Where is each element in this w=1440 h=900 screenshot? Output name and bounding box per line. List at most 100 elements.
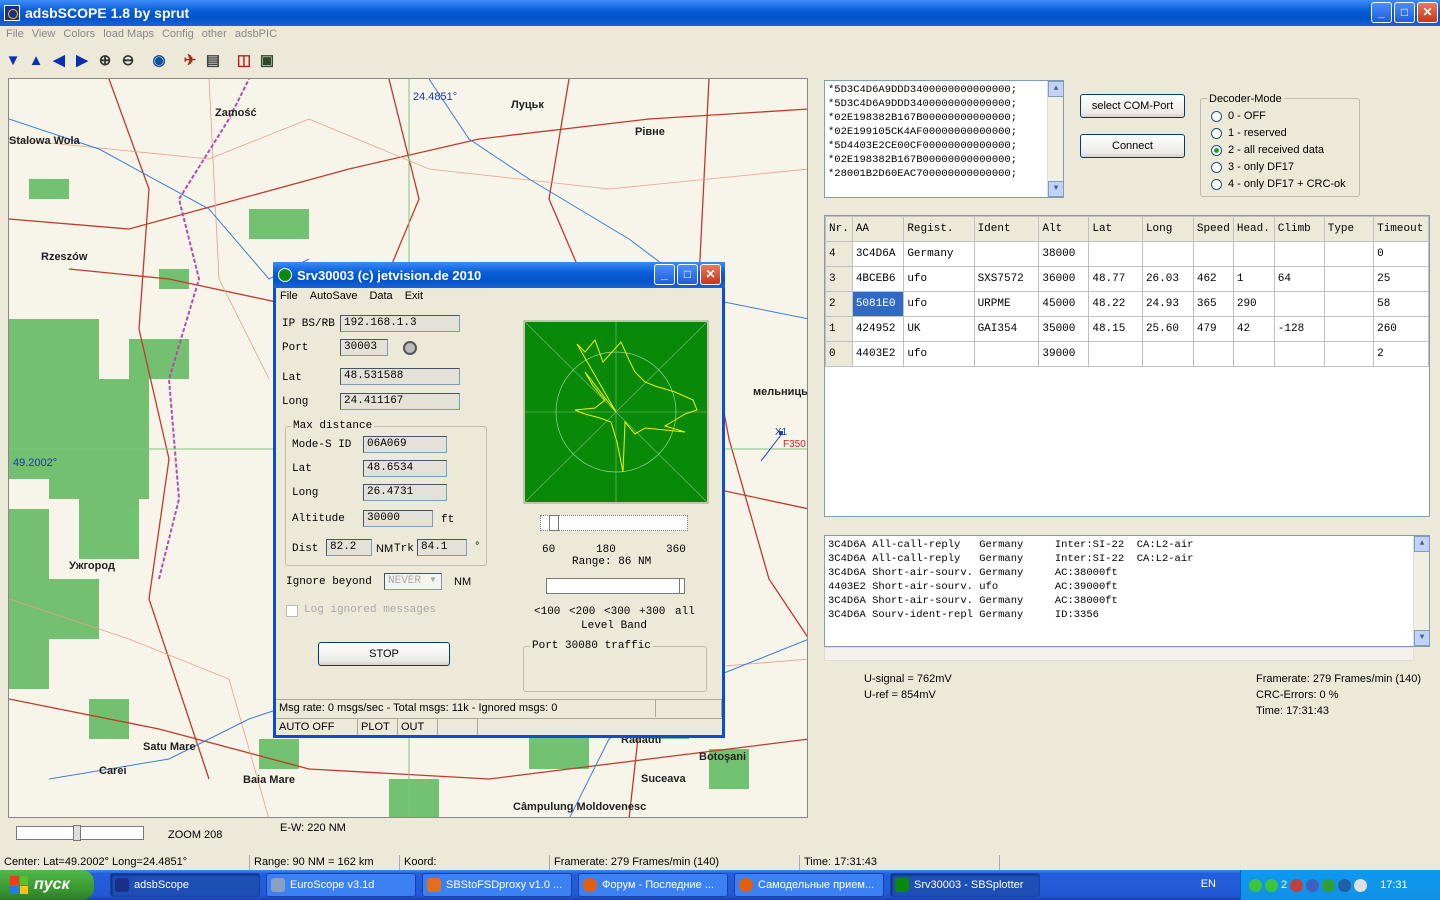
col-head[interactable]: Head. — [1232, 216, 1275, 242]
menu-load-maps[interactable]: load Maps — [101, 26, 160, 44]
srv-menu-data[interactable]: Data — [369, 290, 392, 302]
aircraft-table[interactable]: Nr. AA Regist. Ident Alt Lat Long Speed … — [824, 215, 1430, 517]
task-adsbscope[interactable]: adsbScope — [110, 873, 260, 897]
tray-network-icon[interactable] — [1306, 878, 1320, 892]
col-aa[interactable]: AA — [851, 216, 905, 242]
tray-antivirus-icon[interactable] — [1290, 878, 1304, 892]
col-regist[interactable]: Regist. — [903, 216, 975, 242]
tray-misc-icon[interactable] — [1354, 878, 1368, 892]
arrow-right-icon[interactable]: ▶ — [71, 49, 93, 71]
col-climb[interactable]: Climb — [1273, 216, 1325, 242]
maximize-button[interactable]: □ — [1394, 2, 1415, 23]
task-samodelnye[interactable]: Самодельные прием... — [734, 873, 884, 897]
menu-other[interactable]: other — [200, 26, 233, 44]
arrow-left-icon[interactable]: ◀ — [48, 49, 70, 71]
srv-close-button[interactable]: ✕ — [700, 264, 721, 285]
language-indicator[interactable]: EN — [1201, 878, 1216, 890]
table-row[interactable]: 4 3C4D6A Germany 38000 0 — [825, 241, 1429, 267]
globe-icon[interactable]: ◉ — [148, 49, 170, 71]
task-euroscope[interactable]: EuroScope v3.1d — [266, 873, 416, 897]
task-sbstofsdproxy[interactable]: SBStoFSDproxy v1.0 ... — [422, 873, 572, 897]
decoder-option-1[interactable]: 1 - reserved — [1211, 127, 1287, 139]
minimize-button[interactable]: _ — [1371, 2, 1392, 23]
tray-check-icon[interactable] — [1249, 878, 1262, 892]
table-row[interactable]: 2 5081E0 ufo URPME 45000 48.22 24.93 365 290 58 — [825, 291, 1429, 317]
table-row[interactable]: 3 4BCEB6 ufo SXS7572 36000 48.77 26.03 462 1 64 25 — [825, 266, 1429, 292]
range-slider[interactable] — [540, 515, 688, 531]
decoder-option-3[interactable]: 3 - only DF17 — [1211, 161, 1294, 173]
decoder-option-2[interactable]: 2 - all received data — [1211, 144, 1324, 156]
dropdown-arrow-icon[interactable]: ▼ — [429, 575, 437, 584]
print-icon[interactable]: ▤ — [202, 49, 224, 71]
col-lat[interactable]: Lat — [1088, 216, 1143, 242]
arrow-up-icon[interactable]: ▲ — [25, 49, 47, 71]
task-srv30003[interactable]: Srv30003 - SBSplotter — [890, 873, 1040, 897]
col-timeout[interactable]: Timeout — [1373, 216, 1429, 242]
task-forum[interactable]: Форум - Последние ... — [578, 873, 728, 897]
scroll-up-icon[interactable]: ▲ — [1048, 81, 1063, 97]
log-ignored-checkbox[interactable] — [286, 605, 298, 617]
log-horizontal-scrollbar[interactable] — [824, 647, 1414, 661]
connect-button[interactable]: Connect — [1080, 134, 1185, 158]
raw-line: *02E198382B167B00000000000000; — [828, 154, 1018, 166]
level-tick-plus300: +300 — [639, 606, 666, 618]
srv-menu-file[interactable]: File — [280, 290, 298, 302]
log-scrollbar[interactable]: ▲ ▼ — [1413, 536, 1429, 646]
decoder-option-4[interactable]: 4 - only DF17 + CRC-ok — [1211, 178, 1346, 190]
col-alt[interactable]: Alt — [1038, 216, 1090, 242]
start-button[interactable]: пуск — [0, 870, 94, 900]
level-band-thumb[interactable] — [679, 578, 685, 594]
cell: 26.03 — [1141, 266, 1194, 292]
connect-status-icon[interactable] — [403, 341, 417, 355]
col-nr[interactable]: Nr. — [825, 216, 853, 242]
log-line: 3C4D6A Short-air-sourv. Germany AC:38000… — [828, 595, 1118, 607]
raw-data-box[interactable]: *5D3C4D6A9DDD3400000000000000; *5D3C4D6A… — [824, 80, 1064, 198]
cell: 45000 — [1038, 291, 1090, 317]
zoom-slider[interactable] — [16, 825, 144, 841]
menu-adsbpic[interactable]: adsbPIC — [233, 26, 283, 44]
framerate: Framerate: 279 Frames/min (140) — [1256, 673, 1422, 685]
stop-button[interactable]: STOP — [318, 642, 450, 666]
range-slider-thumb[interactable] — [549, 515, 559, 531]
menu-view[interactable]: View — [30, 26, 62, 44]
scroll-down-icon[interactable]: ▼ — [1414, 630, 1429, 646]
menu-colors[interactable]: Colors — [61, 26, 101, 44]
srv-menu-autosave[interactable]: AutoSave — [310, 290, 358, 302]
select-com-port-button[interactable]: select COM-Port — [1080, 94, 1185, 118]
dist-label: Dist — [292, 543, 319, 555]
port-field[interactable]: 30003 — [340, 339, 388, 356]
monitor-icon[interactable]: ▣ — [256, 49, 278, 71]
raw-scrollbar[interactable]: ▲ ▼ — [1047, 81, 1063, 197]
srv-minimize-button[interactable]: _ — [654, 264, 675, 285]
table-row[interactable]: 1 424952 UK GAI354 35000 48.15 25.60 479 42 -128 2… — [825, 316, 1429, 342]
long-field[interactable]: 24.411167 — [340, 393, 460, 410]
aircraft-icon[interactable]: ✈ — [179, 49, 201, 71]
scroll-down-icon[interactable]: ▼ — [1048, 181, 1063, 197]
close-button[interactable]: ✕ — [1417, 2, 1438, 23]
srv-menu-exit[interactable]: Exit — [405, 290, 423, 302]
zoom-in-icon[interactable]: ⊕ — [94, 49, 116, 71]
arrow-down-icon[interactable]: ▼ — [2, 49, 24, 71]
table-row[interactable]: 0 4403E2 ufo 39000 2 — [825, 341, 1429, 367]
col-type[interactable]: Type — [1323, 216, 1375, 242]
modes-field: 06A069 — [363, 436, 447, 453]
col-long[interactable]: Long — [1141, 216, 1194, 242]
tray-check-icon-2[interactable] — [1265, 878, 1278, 892]
col-ident[interactable]: Ident — [973, 216, 1040, 242]
menu-config[interactable]: Config — [160, 26, 200, 44]
decoder-option-0[interactable]: 0 - OFF — [1211, 110, 1266, 122]
srv-maximize-button[interactable]: □ — [677, 264, 698, 285]
zoom-out-icon[interactable]: ⊖ — [117, 49, 139, 71]
col-speed[interactable]: Speed — [1192, 216, 1234, 242]
lat-field[interactable]: 48.531588 — [340, 368, 460, 385]
menu-file[interactable]: File — [4, 26, 30, 44]
cell: 48.77 — [1088, 266, 1143, 292]
tray-update-icon[interactable] — [1322, 878, 1336, 892]
tray-volume-icon[interactable] — [1338, 878, 1352, 892]
message-log[interactable]: 3C4D6A All-call-reply Germany Inter:SI-2… — [824, 535, 1430, 647]
scroll-up-icon[interactable]: ▲ — [1414, 536, 1429, 552]
ip-field[interactable]: 192.168.1.3 — [340, 315, 460, 332]
chart-icon[interactable]: ◫ — [233, 49, 255, 71]
zoom-slider-thumb[interactable] — [73, 825, 81, 841]
level-band-slider[interactable] — [546, 578, 685, 594]
